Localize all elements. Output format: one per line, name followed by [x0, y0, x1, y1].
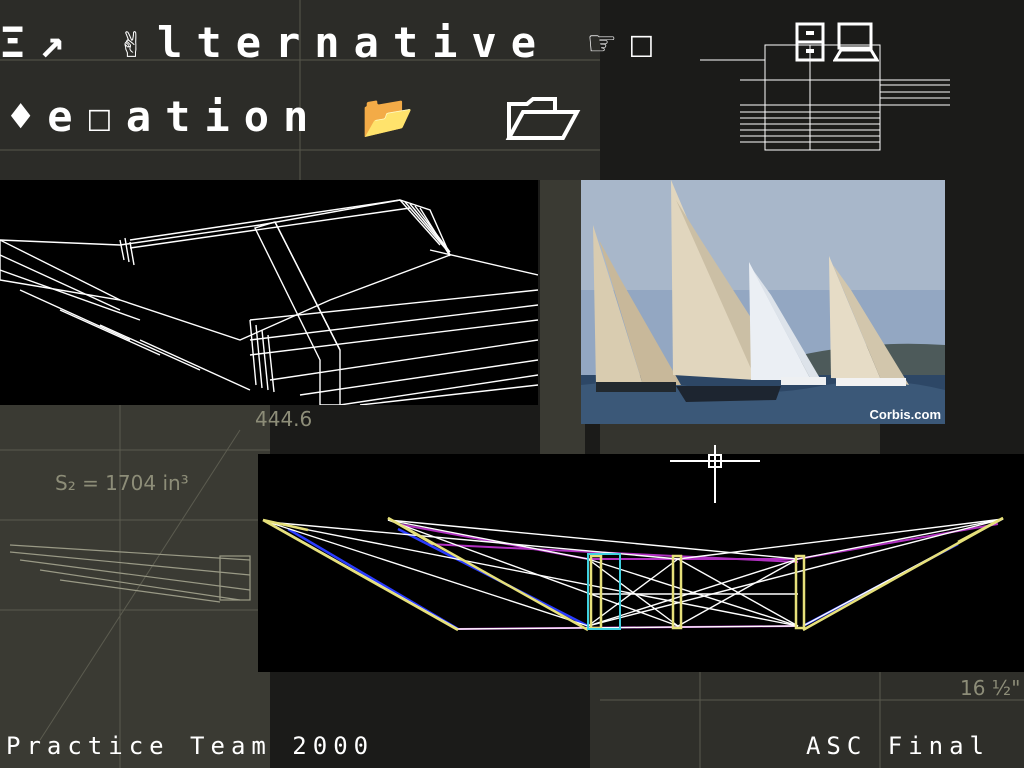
folder-icon	[505, 97, 581, 140]
photo-credit: Corbis.com	[869, 407, 941, 422]
file-cabinet-icon	[795, 22, 825, 62]
crosshair-cursor-icon	[670, 445, 760, 503]
title-line-1: Ξ↗ ✌lternative ☞☐	[0, 18, 668, 67]
computer-icon	[833, 22, 879, 62]
title-line-2: ♦e☐ation 📂	[8, 92, 428, 141]
footer-team-label: Practice Team 2000	[6, 732, 375, 760]
svg-text:16 ½": 16 ½"	[960, 676, 1020, 700]
wireframe-3d-drawing	[0, 180, 538, 405]
truss-elevation-drawing	[258, 454, 1024, 672]
footer-course-label: ASC Final	[805, 732, 990, 760]
svg-text:S₂ = 1704 in³: S₂ = 1704 in³	[55, 471, 189, 495]
sailboat-photo: Corbis.com	[581, 180, 945, 424]
svg-text:444.6: 444.6	[255, 407, 312, 431]
